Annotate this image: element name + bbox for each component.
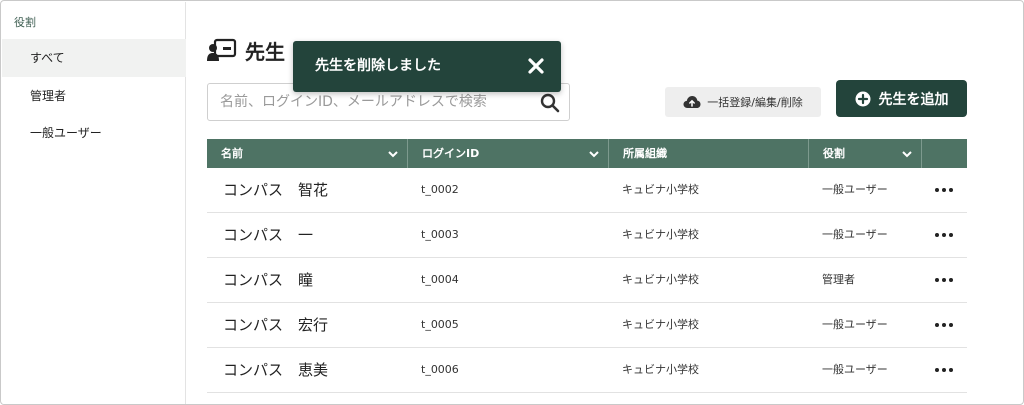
more-options-icon[interactable] <box>925 225 963 245</box>
table-row[interactable]: コンパス 瞳 t_0004 キュビナ小学校 管理者 <box>207 258 967 303</box>
table-row[interactable]: コンパス 宏行 t_0005 キュビナ小学校 一般ユーザー <box>207 303 967 348</box>
row-role: 一般ユーザー <box>822 318 888 331</box>
sidebar: 役割 すべて 管理者 一般ユーザー <box>2 2 186 404</box>
more-options-icon[interactable] <box>925 270 963 290</box>
column-header-name[interactable]: 名前 <box>207 139 408 168</box>
cloud-upload-icon <box>683 96 701 108</box>
row-name: コンパス 一 <box>223 226 314 244</box>
search-icon[interactable] <box>540 93 560 113</box>
chevron-down-icon <box>902 151 912 158</box>
page-title: 先生 <box>207 35 285 65</box>
row-role: 一般ユーザー <box>822 228 888 241</box>
page-title-text: 先生 <box>245 39 285 64</box>
more-options-icon[interactable] <box>925 180 963 200</box>
bulk-edit-button[interactable]: 一括登録/編集/削除 <box>665 87 821 117</box>
row-name: コンパス 恵美 <box>223 361 329 379</box>
row-login-id: t_0004 <box>421 273 459 286</box>
column-header-role[interactable]: 役割 <box>809 139 922 168</box>
sidebar-item-admin[interactable]: 管理者 <box>2 77 186 115</box>
sidebar-item-general-user[interactable]: 一般ユーザー <box>2 114 186 152</box>
toast-message: 先生を削除しました <box>315 58 441 74</box>
row-name: コンパス 瞳 <box>223 271 314 289</box>
column-header-org: 所属組織 <box>609 139 809 168</box>
column-header-label: 所属組織 <box>623 147 667 160</box>
teacher-board-icon <box>207 38 237 61</box>
column-header-label: 名前 <box>221 147 243 160</box>
close-icon[interactable] <box>527 57 545 75</box>
more-options-icon[interactable] <box>925 360 963 380</box>
table-header: 名前 ログインID 所属組織 役割 <box>207 139 967 168</box>
add-teacher-label: 先生を追加 <box>878 91 949 108</box>
row-org: キュビナ小学校 <box>622 318 699 331</box>
row-login-id: t_0005 <box>421 318 459 331</box>
row-name: コンパス 宏行 <box>223 316 329 334</box>
bulk-edit-label: 一括登録/編集/削除 <box>707 96 803 109</box>
row-org: キュビナ小学校 <box>622 273 699 286</box>
row-login-id: t_0003 <box>421 228 459 241</box>
row-role: 管理者 <box>822 273 855 286</box>
column-header-label: ログインID <box>422 147 480 160</box>
table-row[interactable]: コンパス 智花 t_0002 キュビナ小学校 一般ユーザー <box>207 168 967 213</box>
table-row[interactable]: コンパス 一 t_0003 キュビナ小学校 一般ユーザー <box>207 213 967 258</box>
plus-circle-icon <box>855 91 870 106</box>
row-name: コンパス 智花 <box>223 181 329 199</box>
more-options-icon[interactable] <box>925 315 963 335</box>
chevron-down-icon <box>388 151 398 158</box>
sidebar-item-all[interactable]: すべて <box>2 39 186 77</box>
row-login-id: t_0006 <box>421 363 459 376</box>
column-header-login-id[interactable]: ログインID <box>408 139 609 168</box>
row-role: 一般ユーザー <box>822 363 888 376</box>
toast-notification: 先生を削除しました <box>293 41 561 92</box>
row-org: キュビナ小学校 <box>622 183 699 196</box>
row-role: 一般ユーザー <box>822 183 888 196</box>
chevron-down-icon <box>589 151 599 158</box>
sidebar-heading: 役割 <box>14 16 36 29</box>
row-org: キュビナ小学校 <box>622 228 699 241</box>
row-login-id: t_0002 <box>421 183 459 196</box>
column-header-actions <box>922 139 967 168</box>
column-header-label: 役割 <box>823 147 845 160</box>
table-row[interactable]: コンパス 恵美 t_0006 キュビナ小学校 一般ユーザー <box>207 348 967 393</box>
app-window: 役割 すべて 管理者 一般ユーザー 先生 一括登録/編集/削除 <box>0 0 1024 405</box>
row-org: キュビナ小学校 <box>622 363 699 376</box>
add-teacher-button[interactable]: 先生を追加 <box>836 80 967 117</box>
